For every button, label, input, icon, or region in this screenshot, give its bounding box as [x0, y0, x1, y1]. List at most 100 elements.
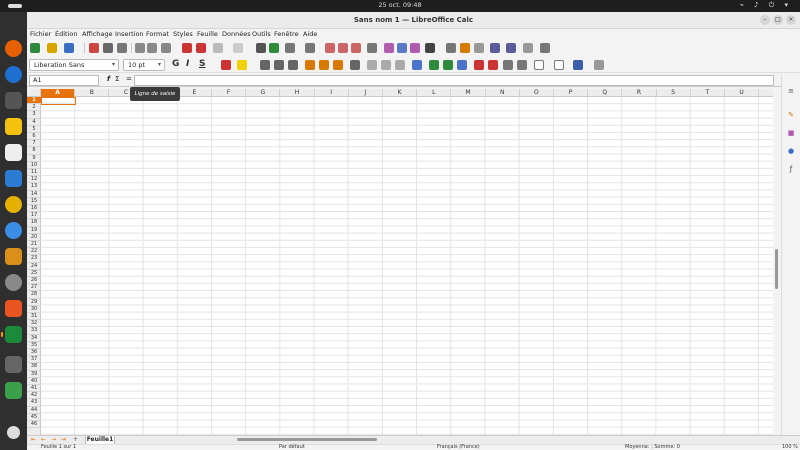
column-header[interactable]: P — [554, 89, 589, 97]
row-header[interactable]: 35 — [27, 342, 41, 349]
column-header[interactable]: H — [280, 89, 315, 97]
sort-icon[interactable] — [325, 43, 335, 53]
scroll-thumb[interactable] — [775, 249, 778, 289]
select-all-corner[interactable] — [27, 89, 41, 97]
bold-button[interactable]: G — [172, 59, 179, 69]
row-header[interactable]: 15 — [27, 198, 41, 205]
percent-format-icon[interactable] — [429, 60, 439, 70]
row-header[interactable]: 7 — [27, 140, 41, 148]
previous-sheet-icon[interactable]: ← — [41, 436, 46, 443]
underline-button[interactable]: S — [199, 59, 205, 69]
row-header[interactable]: 39 — [27, 371, 41, 378]
clone-formatting-icon[interactable] — [182, 43, 192, 53]
row-header[interactable]: 12 — [27, 176, 41, 184]
function-wizard-icon[interactable]: f — [107, 75, 110, 83]
align-center-icon[interactable] — [274, 60, 284, 70]
column-header[interactable]: A — [41, 89, 76, 97]
open-icon[interactable] — [47, 43, 57, 53]
row-header[interactable]: 31 — [27, 313, 41, 321]
files-icon[interactable] — [5, 92, 22, 109]
first-sheet-icon[interactable]: ⇤ — [31, 436, 36, 443]
accessibility-icon[interactable] — [5, 274, 22, 291]
row-header[interactable]: 33 — [27, 327, 41, 335]
font-name-combo[interactable]: Liberation Sans ▾ — [29, 59, 119, 71]
row-header[interactable]: 43 — [27, 399, 41, 407]
status-summary[interactable]: Moyenne: ; Somme: 0 — [625, 444, 680, 450]
navigator-icon[interactable]: ● — [786, 146, 796, 156]
italic-button[interactable]: I — [186, 59, 189, 69]
copy-icon[interactable] — [147, 43, 157, 53]
decrease-indent-icon[interactable] — [517, 60, 527, 70]
sync-icon[interactable] — [5, 222, 22, 239]
print-preview-icon[interactable] — [117, 43, 127, 53]
number-format-icon[interactable] — [443, 60, 453, 70]
split-window-icon[interactable] — [523, 43, 533, 53]
row-header[interactable]: 26 — [27, 277, 41, 285]
row-header[interactable]: 18 — [27, 219, 41, 227]
styles-icon[interactable]: ■ — [786, 128, 796, 138]
add-sheet-icon[interactable]: + — [73, 436, 78, 443]
borders-icon[interactable] — [534, 60, 544, 70]
menu-aide[interactable]: Aide — [303, 30, 317, 38]
sidebar-menu-icon[interactable]: ≡ — [786, 86, 796, 96]
row-header[interactable]: 2 — [27, 104, 41, 112]
column-header[interactable]: B — [75, 89, 110, 97]
kangaroo-icon[interactable] — [5, 248, 22, 265]
row-header[interactable]: 17 — [27, 212, 41, 220]
insert-chart-icon[interactable] — [397, 43, 407, 53]
minimize-button[interactable]: – — [760, 15, 770, 25]
row-header[interactable]: 42 — [27, 392, 41, 400]
row-header[interactable]: 30 — [27, 306, 41, 313]
align-bottom-icon[interactable] — [333, 60, 343, 70]
column-header[interactable]: S — [657, 89, 691, 97]
border-style-icon[interactable] — [554, 60, 564, 70]
find-replace-icon[interactable] — [256, 43, 266, 53]
row-header[interactable]: 41 — [27, 385, 41, 393]
formula-input[interactable] — [134, 75, 774, 86]
row-header[interactable]: 27 — [27, 284, 41, 292]
row-header[interactable]: 24 — [27, 263, 41, 270]
column-header[interactable]: L — [417, 89, 452, 97]
row-header[interactable]: 3 — [27, 111, 41, 119]
row-header[interactable]: 28 — [27, 291, 41, 299]
column-header[interactable]: R — [622, 89, 657, 97]
highlight-color-icon[interactable] — [237, 60, 247, 70]
column-header[interactable]: F — [212, 89, 247, 97]
status-zoom[interactable]: 100 % — [782, 444, 798, 450]
freeze-rows-icon[interactable] — [506, 43, 516, 53]
row-header[interactable]: 38 — [27, 363, 41, 371]
last-sheet-icon[interactable]: ⇥ — [61, 436, 66, 443]
row-header[interactable]: 6 — [27, 133, 41, 141]
notes-icon[interactable] — [5, 118, 22, 135]
show-apps-icon[interactable] — [7, 426, 20, 439]
row-icon[interactable] — [285, 43, 295, 53]
column-header[interactable]: Q — [588, 89, 623, 97]
export-pdf-icon[interactable] — [89, 43, 99, 53]
new-document-icon[interactable] — [30, 43, 40, 53]
clear-formatting-icon[interactable] — [196, 43, 206, 53]
insert-image-icon[interactable] — [384, 43, 394, 53]
next-sheet-icon[interactable]: → — [51, 436, 56, 443]
row-header[interactable]: 40 — [27, 378, 41, 385]
rhythmbox-icon[interactable] — [5, 196, 22, 213]
properties-icon[interactable]: ✎ — [786, 110, 796, 120]
row-header[interactable]: 11 — [27, 169, 41, 177]
row-header[interactable]: 4 — [27, 119, 41, 126]
unmerge-icon[interactable] — [395, 60, 405, 70]
column-header[interactable]: N — [486, 89, 520, 97]
row-header[interactable]: 37 — [27, 356, 41, 364]
functions-icon[interactable]: ƒ — [786, 164, 796, 174]
menu-insertion[interactable]: Insertion — [115, 30, 144, 38]
row-header[interactable]: 5 — [27, 126, 41, 133]
row-header[interactable]: 22 — [27, 248, 41, 256]
autofilter-icon[interactable] — [367, 43, 377, 53]
currency-format-icon[interactable] — [412, 60, 422, 70]
row-header[interactable]: 9 — [27, 155, 41, 162]
row-header[interactable]: 46 — [27, 421, 41, 429]
delete-decimal-icon[interactable] — [488, 60, 498, 70]
menu-fenetre[interactable]: Fenêtre — [274, 30, 299, 38]
row-header[interactable]: 13 — [27, 183, 41, 191]
menu-donnees[interactable]: Données — [222, 30, 251, 38]
row-header[interactable]: 23 — [27, 255, 41, 263]
align-right-icon[interactable] — [288, 60, 298, 70]
